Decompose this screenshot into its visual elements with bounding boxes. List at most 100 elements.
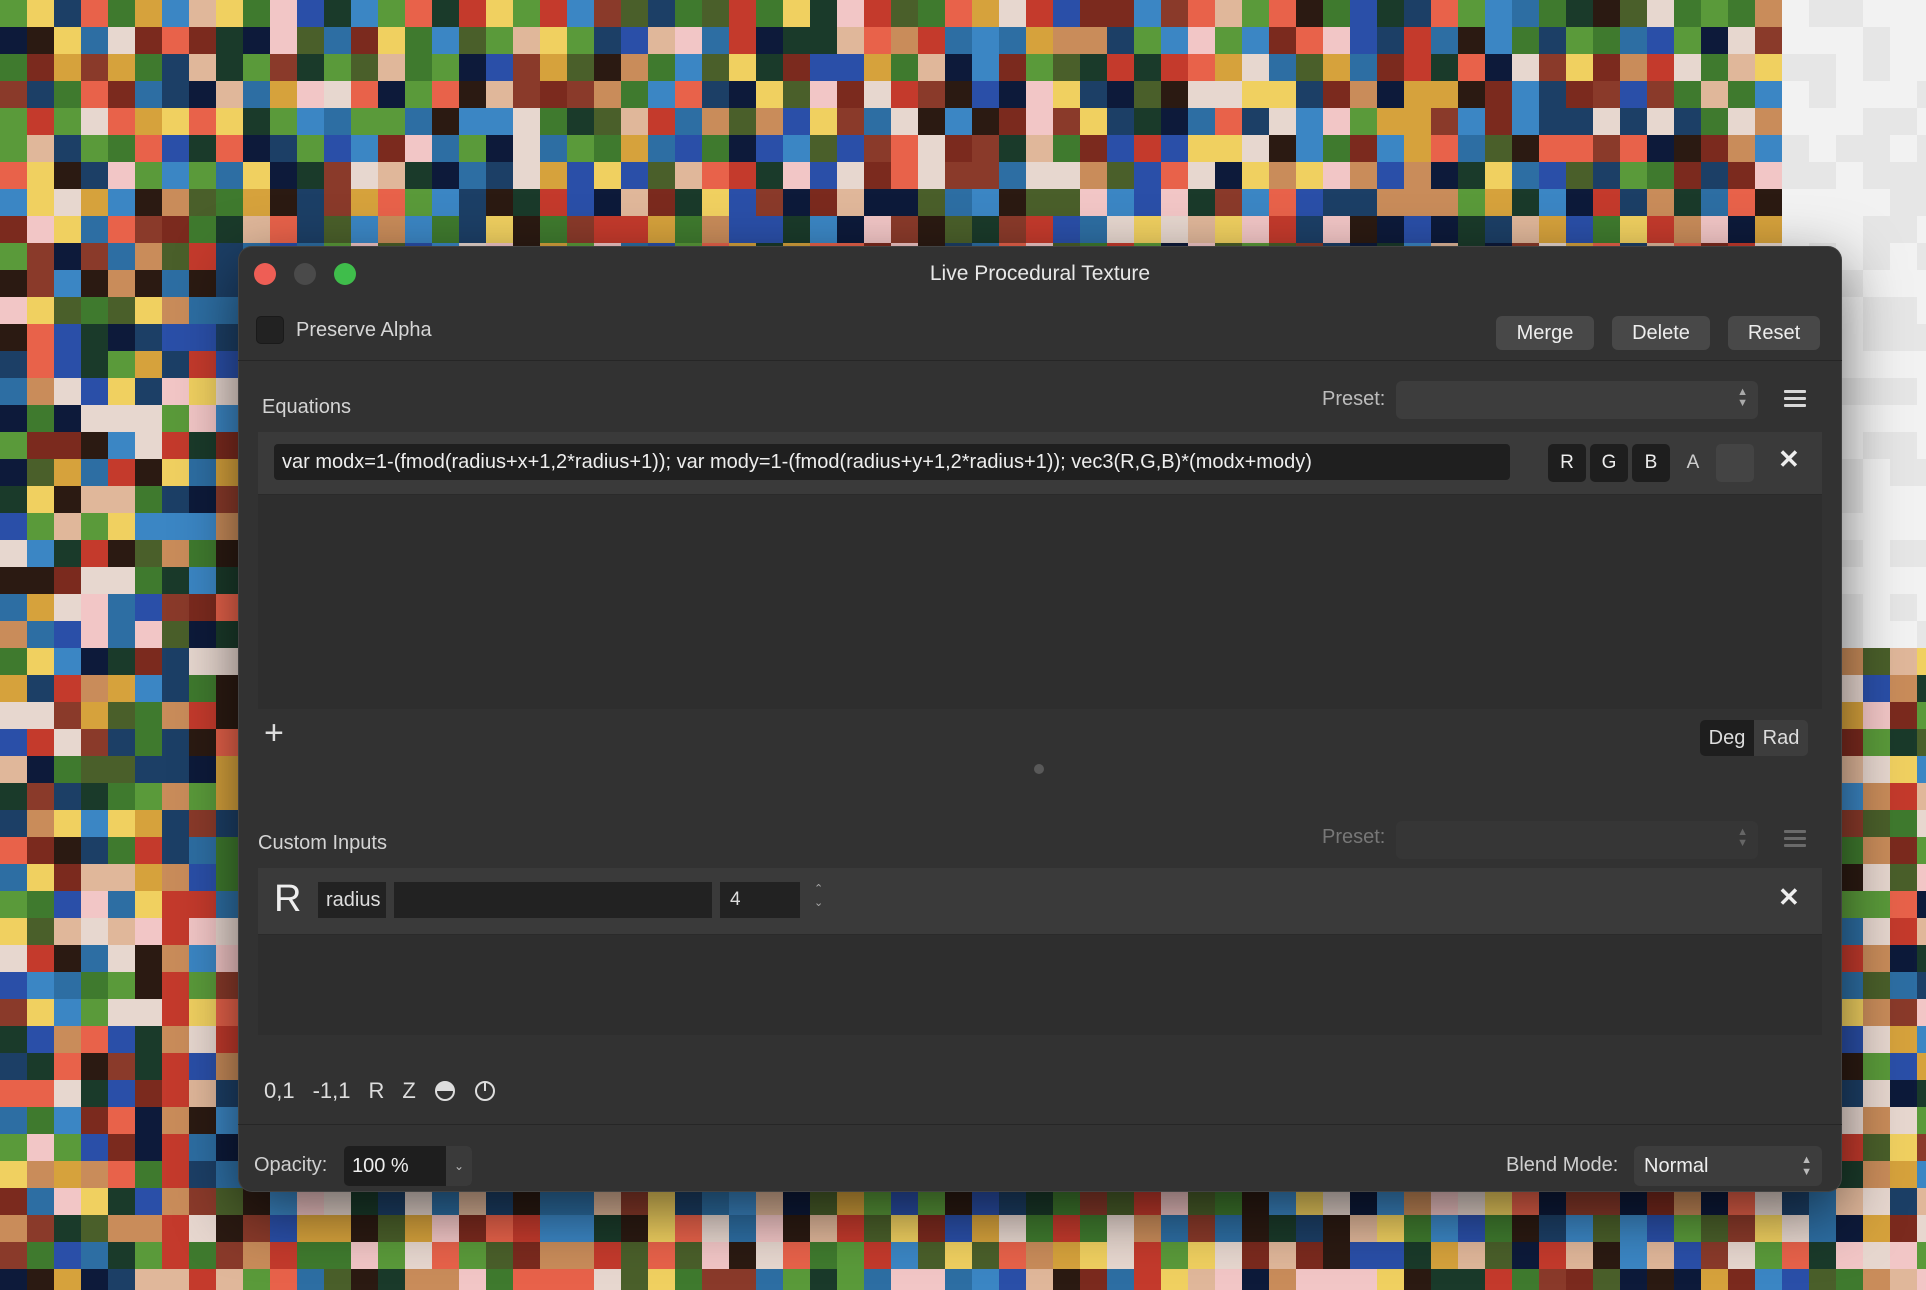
delete-button[interactable]: Delete <box>1612 316 1710 350</box>
mosaic-tile <box>135 1026 162 1053</box>
mosaic-tile <box>918 81 945 108</box>
add-equation-icon[interactable]: + <box>264 716 284 750</box>
mosaic-tile <box>1539 216 1566 243</box>
mosaic-tile <box>189 891 216 918</box>
mosaic-tile <box>378 81 405 108</box>
mosaic-tile <box>81 27 108 54</box>
add-integer-input-button[interactable]: Z <box>402 1078 415 1104</box>
mosaic-tile <box>1161 1269 1188 1290</box>
channel-g-toggle[interactable]: G <box>1590 444 1628 482</box>
mosaic-tile <box>1674 1188 1701 1215</box>
mosaic-tile <box>405 54 432 81</box>
mosaic-tile <box>675 108 702 135</box>
mosaic-tile <box>891 1242 918 1269</box>
mosaic-tile <box>324 0 351 27</box>
mosaic-tile <box>135 189 162 216</box>
rad-button[interactable]: Rad <box>1754 720 1808 756</box>
mosaic-tile <box>81 702 108 729</box>
mosaic-tile <box>486 162 513 189</box>
custom-inputs-menu-icon[interactable] <box>1784 830 1806 848</box>
split-resize-handle[interactable] <box>1034 764 1044 774</box>
mosaic-tile <box>189 594 216 621</box>
mosaic-tile <box>432 54 459 81</box>
mosaic-tile <box>1647 1242 1674 1269</box>
channel-extra-toggle[interactable] <box>1716 444 1754 482</box>
reset-button[interactable]: Reset <box>1728 316 1820 350</box>
mosaic-tile <box>189 1080 216 1107</box>
input-description-field[interactable] <box>394 882 712 918</box>
mosaic-tile <box>1269 135 1296 162</box>
remove-equation-icon[interactable]: ✕ <box>1778 444 1800 475</box>
input-name-field[interactable]: radius <box>318 882 386 918</box>
add-neg11-input-button[interactable]: -1,1 <box>313 1078 351 1104</box>
mosaic-tile <box>1377 1242 1404 1269</box>
value-stepper-icon[interactable]: ⌃ ⌄ <box>814 882 823 910</box>
mosaic-tile <box>540 1269 567 1290</box>
mosaic-tile <box>432 216 459 243</box>
mosaic-tile <box>1863 540 1890 567</box>
remove-input-icon[interactable]: ✕ <box>1778 882 1800 913</box>
mosaic-tile <box>918 162 945 189</box>
mosaic-tile <box>0 594 27 621</box>
deg-button[interactable]: Deg <box>1700 720 1754 756</box>
blend-mode-select[interactable]: Normal ▲ ▼ <box>1634 1146 1822 1186</box>
equation-input[interactable]: var modx=1-(fmod(radius+x+1,2*radius+1))… <box>274 444 1510 480</box>
mosaic-tile <box>1458 189 1485 216</box>
mosaic-tile <box>1863 810 1890 837</box>
mosaic-tile <box>756 1269 783 1290</box>
mosaic-tile <box>1701 162 1728 189</box>
mosaic-tile <box>432 135 459 162</box>
add-01-input-button[interactable]: 0,1 <box>264 1078 295 1104</box>
preserve-alpha-checkbox[interactable] <box>256 316 284 344</box>
mosaic-tile <box>1323 54 1350 81</box>
mosaic-tile <box>891 108 918 135</box>
channel-r-toggle[interactable]: R <box>1548 444 1586 482</box>
mosaic-tile <box>0 648 27 675</box>
channel-a-toggle[interactable]: A <box>1674 444 1712 482</box>
mosaic-tile <box>918 1215 945 1242</box>
mosaic-tile <box>297 54 324 81</box>
equations-menu-icon[interactable] <box>1784 390 1806 408</box>
mosaic-tile <box>1863 1107 1890 1134</box>
mosaic-tile <box>1755 216 1782 243</box>
mosaic-tile <box>1674 216 1701 243</box>
colour-input-icon[interactable] <box>434 1080 456 1102</box>
mosaic-tile <box>81 729 108 756</box>
mosaic-tile <box>1701 216 1728 243</box>
mosaic-tile <box>297 27 324 54</box>
custom-inputs-preset-select[interactable]: ▲ ▼ <box>1396 821 1758 859</box>
input-value-field[interactable]: 4 <box>720 882 800 918</box>
mosaic-tile <box>1620 81 1647 108</box>
mosaic-tile <box>972 216 999 243</box>
mosaic-tile <box>945 27 972 54</box>
mosaic-tile <box>1296 27 1323 54</box>
mosaic-tile <box>1674 135 1701 162</box>
equations-preset-select[interactable]: ▲ ▼ <box>1396 381 1758 419</box>
mosaic-tile <box>27 1215 54 1242</box>
merge-button[interactable]: Merge <box>1496 316 1594 350</box>
mosaic-tile <box>108 918 135 945</box>
mosaic-tile <box>108 972 135 999</box>
mosaic-tile <box>459 135 486 162</box>
mosaic-tile <box>675 54 702 81</box>
mosaic-tile <box>1647 1188 1674 1215</box>
mosaic-tile <box>1917 459 1926 486</box>
preserve-alpha-toggle[interactable]: Preserve Alpha <box>256 316 432 344</box>
angle-input-icon[interactable] <box>474 1080 496 1102</box>
mosaic-tile <box>81 621 108 648</box>
opacity-field[interactable]: 100 % ⌄ <box>344 1146 472 1186</box>
mosaic-tile <box>972 1188 999 1215</box>
mosaic-tile <box>1836 216 1863 243</box>
mosaic-tile <box>108 621 135 648</box>
chevron-down-icon[interactable]: ⌄ <box>446 1146 472 1186</box>
mosaic-tile <box>0 378 27 405</box>
mosaic-tile <box>135 432 162 459</box>
mosaic-tile <box>297 1242 324 1269</box>
channel-b-toggle[interactable]: B <box>1632 444 1670 482</box>
mosaic-tile <box>1863 1215 1890 1242</box>
add-real-input-button[interactable]: R <box>369 1078 385 1104</box>
mosaic-tile <box>702 1269 729 1290</box>
mosaic-tile <box>324 27 351 54</box>
mosaic-tile <box>1080 27 1107 54</box>
mosaic-tile <box>675 1215 702 1242</box>
